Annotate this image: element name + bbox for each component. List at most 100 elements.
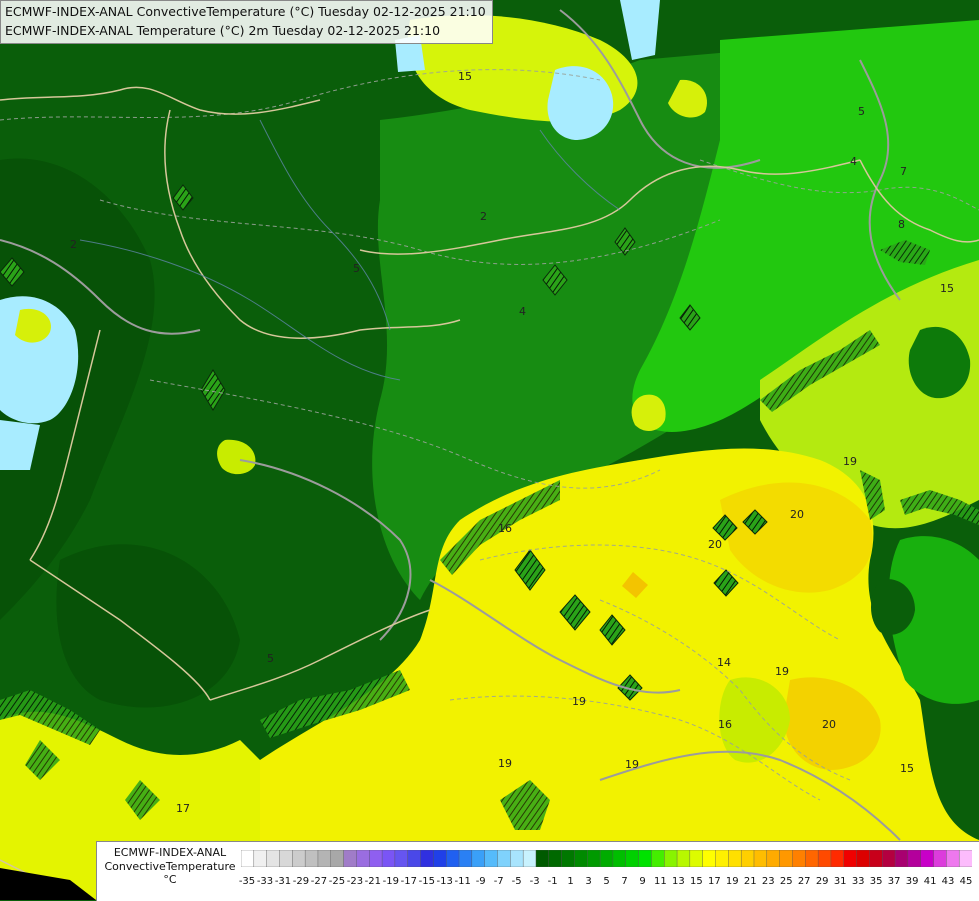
title-line-2: ECMWF-INDEX-ANAL Temperature (°C) 2m Tue…: [5, 23, 441, 38]
legend-tick: 15: [690, 876, 703, 887]
legend-tick: 45: [959, 876, 973, 887]
legend-swatch: [241, 850, 255, 867]
legend-tick: -9: [475, 876, 486, 887]
legend-tick: -35: [238, 876, 256, 887]
legend-tick: -17: [400, 876, 417, 887]
legend-tick: -3: [529, 876, 540, 887]
legend-tick: 13: [672, 876, 685, 887]
legend-swatch: [869, 850, 883, 867]
title-line-1: ECMWF-INDEX-ANAL ConvectiveTemperature (…: [5, 4, 486, 19]
legend-tick: -15: [418, 876, 435, 887]
legend-swatch: [894, 850, 909, 867]
color-legend: ECMWF-INDEX-ANAL ConvectiveTemperature °…: [96, 841, 979, 901]
legend-tick: -7: [493, 876, 504, 887]
legend-color-bar: [241, 850, 972, 867]
legend-swatch: [920, 850, 935, 867]
legend-swatch: [471, 850, 486, 867]
legend-swatch: [561, 850, 575, 867]
legend-tick: 27: [797, 876, 811, 887]
legend-swatch: [445, 850, 460, 867]
legend-swatch: [381, 850, 396, 867]
legend-swatch: [279, 850, 293, 867]
legend-tick: 29: [815, 876, 829, 887]
legend-swatch: [740, 850, 755, 867]
legend-swatch: [292, 850, 306, 867]
legend-tick: -21: [364, 876, 381, 887]
legend-swatch: [458, 850, 473, 867]
legend-swatch: [510, 850, 524, 867]
legend-swatch: [484, 850, 498, 867]
weather-map: [0, 0, 979, 900]
legend-tick: 5: [603, 876, 610, 887]
legend-tick: -13: [436, 876, 453, 887]
legend-swatch: [343, 850, 357, 867]
legend-swatch: [856, 850, 870, 867]
legend-swatch: [497, 850, 511, 867]
legend-tick: -1: [547, 876, 558, 887]
legend-unit: °C: [163, 873, 177, 886]
legend-swatch: [638, 850, 652, 867]
legend-swatch: [664, 850, 678, 867]
legend-swatch: [587, 850, 601, 867]
legend-swatch: [817, 850, 832, 867]
legend-swatch: [779, 850, 793, 867]
legend-swatch: [599, 850, 614, 867]
legend-swatch: [882, 850, 896, 867]
legend-tick-labels: -35 -33 -31 -29 -27 -25 -23 -21 -19 -17 -15 -13 -11-…: [238, 876, 973, 890]
legend-model: ECMWF-INDEX-ANAL: [113, 846, 227, 859]
legend-tick: 23: [761, 876, 775, 887]
legend-swatch: [612, 850, 627, 867]
legend-swatch: [766, 850, 781, 867]
legend-swatch: [805, 850, 819, 867]
legend-tick: 43: [941, 876, 955, 887]
legend-tick: 1: [567, 876, 574, 887]
map-title-box: ECMWF-INDEX-ANAL ConvectiveTemperature (…: [0, 0, 493, 44]
legend-tick: -29: [292, 876, 310, 887]
legend-tick: -25: [328, 876, 346, 887]
legend-tick: 25: [779, 876, 793, 887]
legend-tick: 7: [621, 876, 628, 887]
legend-swatch: [317, 850, 332, 867]
legend-swatch: [330, 850, 345, 867]
legend-swatch: [369, 850, 383, 867]
legend-swatch: [715, 850, 729, 867]
legend-swatch: [522, 850, 537, 867]
legend-tick: -31: [274, 876, 292, 887]
legend-swatch: [651, 850, 665, 867]
legend-swatch: [753, 850, 768, 867]
legend-swatch: [266, 850, 280, 867]
legend-title: ECMWF-INDEX-ANAL ConvectiveTemperature °…: [101, 846, 239, 887]
legend-tick: 9: [639, 876, 646, 887]
legend-tick: -33: [256, 876, 274, 887]
legend-tick: -23: [346, 876, 364, 887]
legend-swatch: [830, 850, 845, 867]
legend-swatch: [843, 850, 858, 867]
legend-swatch: [407, 850, 422, 867]
legend-tick: -27: [310, 876, 328, 887]
legend-swatch: [958, 850, 972, 867]
legend-tick: 21: [743, 876, 757, 887]
legend-swatch: [535, 850, 550, 867]
legend-swatch: [792, 850, 806, 867]
legend-tick: 33: [851, 876, 865, 887]
legend-swatch: [689, 850, 704, 867]
legend-tick: -19: [382, 876, 399, 887]
legend-swatch: [907, 850, 922, 867]
legend-swatch: [394, 850, 409, 867]
legend-swatch: [548, 850, 563, 867]
legend-tick: 37: [887, 876, 901, 887]
legend-tick: 3: [585, 876, 592, 887]
legend-swatch: [574, 850, 588, 867]
legend-swatch: [728, 850, 742, 867]
yellow-blob-1: [631, 394, 666, 432]
legend-tick: 35: [869, 876, 883, 887]
legend-tick: -11: [454, 876, 471, 887]
legend-swatch: [433, 850, 447, 867]
legend-tick: 31: [833, 876, 847, 887]
legend-swatch: [702, 850, 716, 867]
legend-variable: ConvectiveTemperature: [104, 859, 236, 873]
legend-tick: 41: [923, 876, 937, 887]
legend-tick: -5: [511, 876, 522, 887]
legend-swatch: [625, 850, 640, 867]
legend-swatch: [253, 850, 268, 867]
